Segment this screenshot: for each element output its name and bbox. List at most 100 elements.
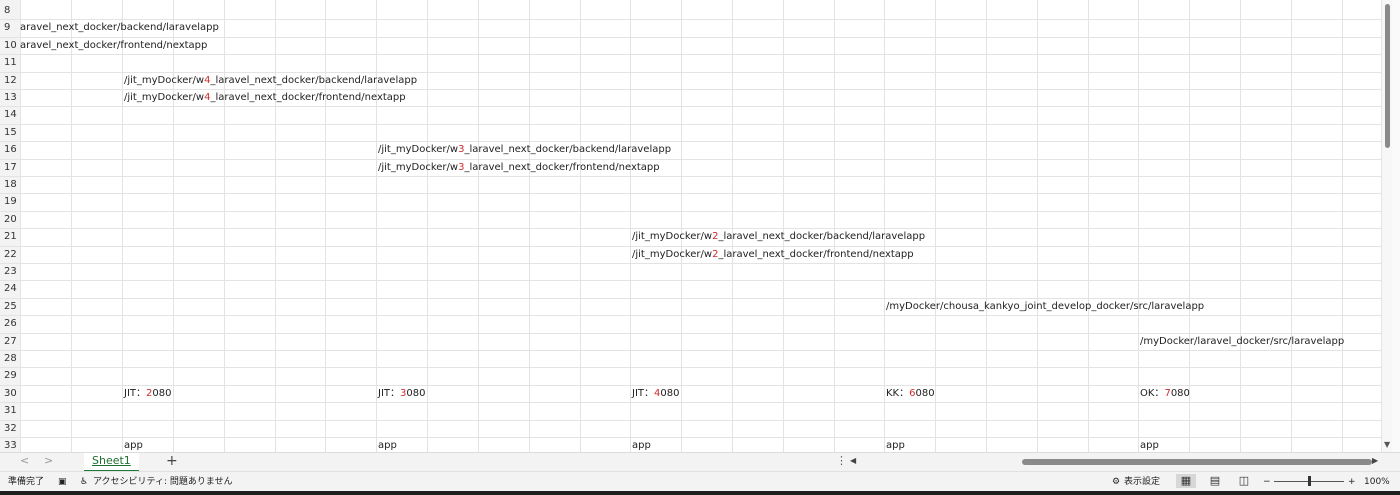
row-number[interactable]: 8 xyxy=(0,2,22,19)
row-number[interactable]: 11 xyxy=(0,54,22,71)
row-number[interactable]: 21 xyxy=(0,228,22,245)
cell-text-segment: /jit_myDocker/w xyxy=(124,74,205,86)
zoom-in-button[interactable]: + xyxy=(1348,476,1356,488)
cell-text-segment: app xyxy=(632,440,651,451)
cell-text-segment: aravel_next_docker/backend/laravelapp xyxy=(20,22,219,34)
row-number[interactable]: 15 xyxy=(0,124,22,141)
cell-text-segment: /jit_myDocker/w xyxy=(632,248,713,260)
row-number[interactable]: 17 xyxy=(0,159,22,176)
previous-sheet-arrow-icon[interactable]: < xyxy=(20,454,29,467)
row-gridline xyxy=(0,315,1381,317)
cell-text[interactable]: OK：7080 xyxy=(1140,385,1190,402)
row-number[interactable]: 19 xyxy=(0,193,22,210)
spreadsheet-grid[interactable]: 8 9 aravel_next_docker/backend/laravelapp 1… xyxy=(0,0,1381,452)
cell-text-segment: 080 xyxy=(406,387,426,399)
cell-text[interactable]: app xyxy=(886,437,905,452)
cell-text[interactable]: aravel_next_docker/frontend/nextapp xyxy=(20,37,207,54)
cell-text[interactable]: app xyxy=(1140,437,1159,452)
cell-text[interactable]: JIT：2080 xyxy=(124,385,171,402)
add-sheet-button[interactable]: + xyxy=(166,453,178,469)
hscroll-split-handle-icon[interactable]: ⋮ xyxy=(836,454,847,467)
horizontal-scrollbar[interactable]: ◀ ▶ xyxy=(850,456,1380,467)
row-number[interactable]: 14 xyxy=(0,106,22,123)
right-edge-panel xyxy=(1392,0,1400,495)
row-number[interactable]: 10 xyxy=(0,37,22,54)
horizontal-scroll-thumb[interactable] xyxy=(1022,459,1372,465)
next-sheet-arrow-icon[interactable]: > xyxy=(44,454,53,467)
cell-text[interactable]: app xyxy=(124,437,143,452)
cell-text-segment: _laravel_next_docker/frontend/nextapp xyxy=(718,248,914,260)
cell-text[interactable]: app xyxy=(632,437,651,452)
row-number[interactable]: 31 xyxy=(0,402,22,419)
row-number[interactable]: 18 xyxy=(0,176,22,193)
cell-text[interactable]: JIT：3080 xyxy=(378,385,425,402)
cell-text-segment: 080 xyxy=(915,387,935,399)
row-number[interactable]: 32 xyxy=(0,420,22,437)
cell-text-segment: _laravel_next_docker/frontend/nextapp xyxy=(464,161,660,173)
cell-text-segment: JIT： xyxy=(632,387,655,399)
row-number[interactable]: 27 xyxy=(0,333,22,350)
row-number[interactable]: 9 xyxy=(0,19,22,36)
row-number[interactable]: 30 xyxy=(0,385,22,402)
row-number[interactable]: 23 xyxy=(0,263,22,280)
row-number[interactable]: 22 xyxy=(0,246,22,263)
cell-text-segment: OK： xyxy=(1140,387,1165,399)
cell-text-segment: /jit_myDocker/w xyxy=(378,144,459,156)
cell-text[interactable]: /jit_myDocker/w3_laravel_next_docker/fro… xyxy=(378,159,660,176)
display-settings-icon[interactable]: ⚙ xyxy=(1112,476,1120,488)
cell-text-segment: JIT： xyxy=(124,387,147,399)
normal-view-icon[interactable]: ▦ xyxy=(1176,474,1196,488)
sheet-tab-bar: < > Sheet1 + ⋮ ◀ ▶ xyxy=(0,452,1400,472)
cell-text[interactable]: /jit_myDocker/w2_laravel_next_docker/fro… xyxy=(632,246,914,263)
cell-text[interactable]: aravel_next_docker/backend/laravelapp xyxy=(20,19,219,36)
macro-record-icon[interactable]: ▣ xyxy=(58,476,67,488)
row-number[interactable]: 13 xyxy=(0,89,22,106)
row-number[interactable]: 16 xyxy=(0,141,22,158)
zoom-level[interactable]: 100% xyxy=(1364,476,1390,488)
cell-text-segment: _laravel_next_docker/frontend/nextapp xyxy=(210,92,406,103)
row-number[interactable]: 24 xyxy=(0,280,22,297)
cell-text[interactable]: /myDocker/chousa_kankyo_joint_develop_do… xyxy=(886,298,1204,315)
page-layout-view-icon[interactable]: ▤ xyxy=(1205,474,1225,488)
cell-text-segment: _laravel_next_docker/backend/laravelapp xyxy=(210,74,418,86)
cell-text[interactable]: /jit_myDocker/w2_laravel_next_docker/bac… xyxy=(632,228,925,245)
row-number[interactable]: 28 xyxy=(0,350,22,367)
row-number[interactable]: 26 xyxy=(0,315,22,332)
row-gridline xyxy=(0,193,1381,195)
cell-text-segment: app xyxy=(378,440,397,451)
row-gridline xyxy=(0,54,1381,56)
cell-text-segment: app xyxy=(124,440,143,451)
cell-text[interactable]: /jit_myDocker/w4_laravel_next_docker/fro… xyxy=(124,89,406,106)
cell-text[interactable]: /jit_myDocker/w3_laravel_next_docker/bac… xyxy=(378,141,671,158)
accessibility-icon: ♿ xyxy=(80,477,89,487)
row-number[interactable]: 20 xyxy=(0,211,22,228)
row-number[interactable]: 25 xyxy=(0,298,22,315)
cell-text-segment: app xyxy=(886,440,905,451)
cell-text[interactable]: /jit_myDocker/w4_laravel_next_docker/bac… xyxy=(124,72,417,89)
cell-text-segment: /myDocker/chousa_kankyo_joint_develop_do… xyxy=(886,300,1205,312)
row-gridline xyxy=(0,210,1381,212)
sheet-tab-sheet1[interactable]: Sheet1 xyxy=(84,453,139,472)
cell-text-segment: app xyxy=(1140,440,1159,451)
scroll-down-arrow-icon[interactable]: ▼ xyxy=(1384,440,1390,449)
zoom-slider-thumb[interactable] xyxy=(1308,476,1311,486)
row-gridline xyxy=(0,437,1381,438)
vertical-scroll-thumb[interactable] xyxy=(1385,4,1390,148)
scroll-left-arrow-icon[interactable]: ◀ xyxy=(850,456,856,465)
row-gridline xyxy=(0,158,1381,160)
zoom-out-button[interactable]: − xyxy=(1263,476,1271,488)
row-number[interactable]: 33 xyxy=(0,437,22,452)
cell-text[interactable]: app xyxy=(378,437,397,452)
cell-text[interactable]: JIT：4080 xyxy=(632,385,679,402)
row-number[interactable]: 12 xyxy=(0,72,22,89)
row-number[interactable]: 29 xyxy=(0,367,22,384)
taskbar-strip xyxy=(0,491,1400,495)
cell-text[interactable]: /myDocker/laravel_docker/src/laravelapp xyxy=(1140,333,1344,350)
display-settings-button[interactable]: 表示設定 xyxy=(1124,476,1160,488)
cell-text-segment: /jit_myDocker/w xyxy=(124,92,205,103)
cell-text[interactable]: KK：6080 xyxy=(886,385,935,402)
scroll-right-arrow-icon[interactable]: ▶ xyxy=(1372,456,1378,465)
row-gridline xyxy=(0,123,1381,125)
accessibility-status[interactable]: アクセシビリティ: 問題ありません xyxy=(93,476,233,488)
page-break-preview-icon[interactable]: ◫ xyxy=(1234,474,1254,488)
